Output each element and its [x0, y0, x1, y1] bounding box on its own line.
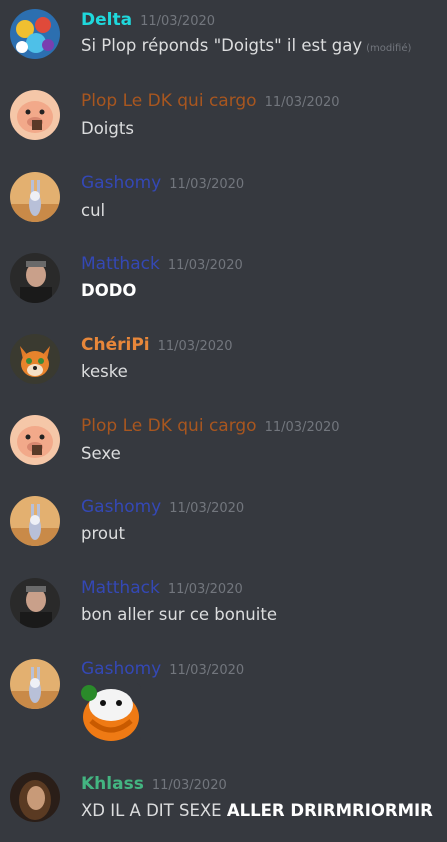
timestamp: 11/03/2020 — [140, 14, 216, 29]
message-item: Khlass 11/03/2020 XD IL A DIT SEXE ALLER … — [0, 762, 447, 842]
author-name[interactable]: Gashomy — [81, 497, 161, 517]
author-name[interactable]: Plop Le DK qui cargo — [81, 416, 257, 436]
message-item: Gashomy 11/03/2020 — [0, 649, 447, 759]
author-name[interactable]: Khlass — [81, 774, 144, 794]
message-text: Si Plop réponds "Doigts" il est gay (modi… — [81, 36, 412, 55]
orange-clown-emoji[interactable] — [81, 683, 141, 743]
message-bold-text: ALLER DRIRMRIORMIR — [226, 801, 433, 820]
pig-avatar[interactable] — [10, 90, 60, 140]
message-item: Plop Le DK qui cargo 11/03/2020 Doigts — [0, 80, 447, 160]
author-name[interactable]: Delta — [81, 10, 132, 30]
rabbit-desert-avatar[interactable] — [10, 496, 60, 546]
cartoon-group-avatar[interactable] — [10, 9, 60, 59]
timestamp: 11/03/2020 — [157, 339, 233, 354]
message-item: ChériPi 11/03/2020 keske — [0, 325, 447, 405]
man-portrait-avatar[interactable] — [10, 578, 60, 628]
message-text: XD IL A DIT SEXE ALLER DRIRMRIORMIR — [81, 801, 433, 820]
message-text: cul — [81, 201, 106, 220]
timestamp: 11/03/2020 — [169, 177, 245, 192]
message-text: Sexe — [81, 444, 121, 463]
author-name[interactable]: Gashomy — [81, 659, 161, 679]
message-text: bon aller sur ce bonuite — [81, 605, 277, 624]
timestamp: 11/03/2020 — [169, 501, 245, 516]
message-item: Plop Le DK qui cargo 11/03/2020 Sexe — [0, 405, 447, 485]
message-item: Gashomy 11/03/2020 cul — [0, 162, 447, 242]
message-item: Gashomy 11/03/2020 prout — [0, 487, 447, 567]
timestamp: 11/03/2020 — [167, 582, 243, 597]
pig-avatar[interactable] — [10, 415, 60, 465]
timestamp: 11/03/2020 — [167, 258, 243, 273]
timestamp: 11/03/2020 — [264, 95, 340, 110]
timestamp: 11/03/2020 — [169, 663, 245, 678]
message-text: DODO — [81, 281, 137, 300]
message-item: Delta 11/03/2020 Si Plop réponds "Doigts"… — [0, 0, 447, 80]
woman-portrait-avatar[interactable] — [10, 772, 60, 822]
man-portrait-avatar[interactable] — [10, 253, 60, 303]
rabbit-desert-avatar[interactable] — [10, 659, 60, 709]
message-item: Matthack 11/03/2020 bon aller sur ce bonu… — [0, 568, 447, 648]
author-name[interactable]: Plop Le DK qui cargo — [81, 91, 257, 111]
edited-label: (modifié) — [366, 43, 412, 54]
fox-avatar[interactable] — [10, 334, 60, 384]
author-name[interactable]: Matthack — [81, 578, 160, 598]
message-text: Doigts — [81, 119, 134, 138]
timestamp: 11/03/2020 — [151, 778, 227, 793]
rabbit-desert-avatar[interactable] — [10, 172, 60, 222]
author-name[interactable]: ChériPi — [81, 335, 150, 355]
message-text: keske — [81, 362, 128, 381]
author-name[interactable]: Gashomy — [81, 173, 161, 193]
timestamp: 11/03/2020 — [264, 420, 340, 435]
message-item: Matthack 11/03/2020 DODO — [0, 243, 447, 323]
message-text: prout — [81, 524, 125, 543]
author-name[interactable]: Matthack — [81, 254, 160, 274]
